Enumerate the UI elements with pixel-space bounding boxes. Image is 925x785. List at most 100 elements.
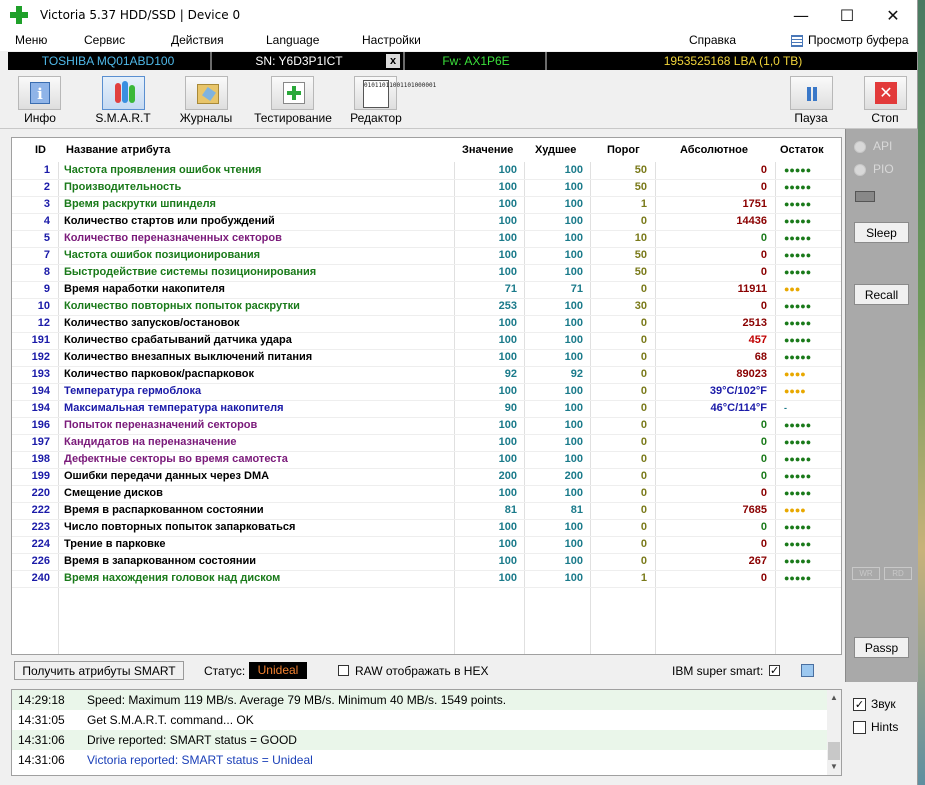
cell-worst: 71 <box>570 283 583 295</box>
menu-item-service[interactable]: Сервис <box>84 33 125 47</box>
table-row[interactable]: 1 Частота проявления ошибок чтения 100 100 5… <box>12 162 841 179</box>
scroll-thumb[interactable] <box>828 742 840 760</box>
cell-worst: 100 <box>564 181 583 193</box>
log-line: 14:29:18 Speed: Maximum 119 MB/s. Average… <box>12 690 827 710</box>
cell-id: 1 <box>43 164 50 176</box>
close-button[interactable]: ✕ <box>870 0 916 31</box>
log-message: Get S.M.A.R.T. command... OK <box>87 713 254 727</box>
testing-button[interactable]: Тестирование <box>250 71 336 128</box>
minimize-button[interactable]: — <box>778 0 824 31</box>
cell-id: 194 <box>31 402 50 414</box>
cell-threshold: 0 <box>640 385 647 397</box>
cell-threshold: 0 <box>640 402 647 414</box>
cell-name: Производительность <box>64 181 182 193</box>
log-scrollbar[interactable]: ▲ ▼ <box>827 690 841 775</box>
cell-value: 100 <box>498 419 517 431</box>
sleep-button[interactable]: Sleep <box>854 222 909 243</box>
hints-label: Hints <box>871 720 899 734</box>
cell-value: 100 <box>498 232 517 244</box>
table-row[interactable]: 194 Температура гермоблока 100 100 0 39°C/102… <box>12 383 841 400</box>
info-icon: i <box>30 82 50 104</box>
log-line: 14:31:06 Drive reported: SMART status = G… <box>12 730 827 750</box>
table-row[interactable]: 222 Время в распаркованном состоянии 81 81 0… <box>12 502 841 519</box>
table-row[interactable]: 3 Время раскрутки шпинделя 100 100 1 1751 ●●●●… <box>12 196 841 213</box>
table-row[interactable]: 5 Количество переназначенных секторов 100 1… <box>12 230 841 247</box>
pio-label: PIO <box>873 162 894 176</box>
col-remain[interactable]: Остаток <box>780 144 824 156</box>
menu-item-buffer[interactable]: Просмотр буфера <box>808 33 909 47</box>
editor-button[interactable]: 01011011001101000001 Редактор <box>346 71 436 128</box>
table-row[interactable]: 199 Ошибки передачи данных через DMA 200 20… <box>12 468 841 485</box>
col-absolute[interactable]: Абсолютное <box>680 144 748 156</box>
table-row[interactable]: 8 Быстродействие системы позиционирования… <box>12 264 841 281</box>
editor-label: Редактор <box>350 111 402 125</box>
col-worst[interactable]: Худшее <box>535 144 576 156</box>
table-row[interactable]: 9 Время наработки накопителя 71 71 0 11911 ●●● <box>12 281 841 298</box>
log-message: Victoria reported: SMART status = Unidea… <box>87 753 313 767</box>
cell-threshold: 30 <box>634 300 647 312</box>
cell-value: 200 <box>498 470 517 482</box>
table-row[interactable]: 191 Количество срабатываний датчика удара… <box>12 332 841 349</box>
pause-button[interactable]: Пауза <box>788 71 834 128</box>
table-row[interactable]: 240 Время нахождения головок над диском 10… <box>12 570 841 587</box>
table-row[interactable]: 223 Число повторных попыток запарковаться… <box>12 519 841 536</box>
recall-button[interactable]: Recall <box>854 284 909 305</box>
table-row[interactable]: 4 Количество стартов или пробуждений 100 10… <box>12 213 841 230</box>
menu-item-language[interactable]: Language <box>266 33 319 47</box>
cell-name: Трение в парковке <box>64 538 166 550</box>
table-row[interactable]: 7 Частота ошибок позиционирования 100 100 50… <box>12 247 841 264</box>
api-radio[interactable] <box>854 141 866 153</box>
table-row[interactable]: 220 Смещение дисков 100 100 0 0 ●●●●● <box>12 485 841 502</box>
pio-radio[interactable] <box>854 164 866 176</box>
ibm-checkbox[interactable]: ✓ <box>769 665 780 677</box>
cell-value: 253 <box>498 300 517 312</box>
journal-icon <box>197 84 219 104</box>
passp-button[interactable]: Passp <box>854 637 909 658</box>
col-id[interactable]: ID <box>35 144 46 156</box>
info-button[interactable]: i Инфо <box>10 71 70 128</box>
get-smart-button[interactable]: Получить атрибуты SMART <box>14 661 184 680</box>
table-row[interactable]: 12 Количество запусков/остановок 100 100 0 25… <box>12 315 841 332</box>
cell-worst: 100 <box>564 164 583 176</box>
col-threshold[interactable]: Порог <box>607 144 640 156</box>
table-row[interactable]: 197 Кандидатов на переназначение 100 100 0 0 ●… <box>12 434 841 451</box>
table-row[interactable]: 194 Максимальная температура накопителя 90… <box>12 400 841 417</box>
cell-remain: ●●●●● <box>784 182 812 192</box>
col-value[interactable]: Значение <box>462 144 513 156</box>
stop-button[interactable]: ✕ Стоп <box>862 71 908 128</box>
table-header: ID Название атрибута Значение Худшее Пор… <box>12 138 841 162</box>
cell-id: 226 <box>31 555 50 567</box>
table-row[interactable]: 224 Трение в парковке 100 100 0 0 ●●●●● <box>12 536 841 553</box>
table-row[interactable]: 226 Время в запаркованном состоянии 100 100… <box>12 553 841 570</box>
maximize-button[interactable]: ☐ <box>824 0 870 31</box>
journals-button[interactable]: Журналы <box>175 71 237 128</box>
color-swatch[interactable] <box>801 664 814 677</box>
cell-absolute: 0 <box>760 249 767 261</box>
sound-checkbox[interactable]: ✓ <box>853 698 866 711</box>
device-close-button[interactable]: x <box>386 54 400 68</box>
table-row[interactable]: 198 Дефектные секторы во время самотеста 1… <box>12 451 841 468</box>
table-row[interactable]: 196 Попыток переназначений секторов 100 100… <box>12 417 841 434</box>
pause-icon <box>805 87 819 101</box>
table-row[interactable]: 10 Количество повторных попыток раскрутки… <box>12 298 841 315</box>
cell-absolute: 0 <box>760 538 767 550</box>
table-row[interactable]: 192 Количество внезапных выключений питан… <box>12 349 841 366</box>
menu-item-help[interactable]: Справка <box>689 33 736 47</box>
cell-threshold: 0 <box>640 504 647 516</box>
hints-checkbox[interactable] <box>853 721 866 734</box>
menu-item-actions[interactable]: Действия <box>171 33 224 47</box>
smart-button[interactable]: S.M.A.R.T <box>92 71 154 128</box>
table-row[interactable]: 193 Количество парковок/распарковок 92 92 0 8… <box>12 366 841 383</box>
log-message: Drive reported: SMART status = GOOD <box>87 733 297 747</box>
table-row[interactable]: 2 Производительность 100 100 50 0 ●●●●● <box>12 179 841 196</box>
cell-value: 100 <box>498 198 517 210</box>
cell-threshold: 50 <box>634 164 647 176</box>
cell-remain: ●●● <box>784 284 801 294</box>
menu-item-main[interactable]: Меню <box>15 33 47 47</box>
smart-label: S.M.A.R.T <box>95 111 151 125</box>
col-name[interactable]: Название атрибута <box>66 144 170 156</box>
cell-absolute: 2513 <box>742 317 767 329</box>
raw-hex-checkbox[interactable] <box>338 665 349 676</box>
cell-value: 100 <box>498 334 517 346</box>
menu-item-settings[interactable]: Настройки <box>362 33 421 47</box>
